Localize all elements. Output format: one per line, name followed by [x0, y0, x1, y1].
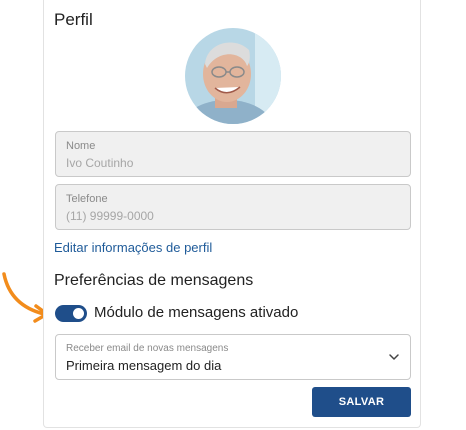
profile-title: Perfil	[54, 10, 93, 29]
name-value: Ivo Coutinho	[66, 156, 134, 170]
avatar-photo	[185, 28, 281, 124]
phone-field[interactable]: Telefone (11) 99999-0000	[55, 184, 411, 230]
profile-card: Perfil Nome Ivo Coutinho Telefone (11) 9…	[43, 0, 421, 428]
messages-toggle-label: Módulo de mensagens ativado	[94, 304, 299, 321]
email-notification-select[interactable]: Receber email de novas mensagens Primeir…	[55, 334, 411, 380]
avatar	[185, 28, 281, 124]
phone-label: Telefone	[66, 193, 108, 205]
save-button[interactable]: SALVAR	[312, 387, 411, 417]
name-label: Nome	[66, 140, 96, 152]
messages-section-title: Preferências de mensagens	[54, 272, 254, 289]
phone-placeholder: (11) 99999-0000	[66, 209, 154, 223]
email-select-value: Primeira mensagem do dia	[66, 358, 222, 373]
edit-profile-link[interactable]: Editar informações de perfil	[54, 240, 212, 255]
messages-toggle[interactable]	[55, 305, 87, 322]
toggle-knob	[73, 308, 84, 319]
chevron-down-icon	[389, 354, 399, 360]
email-select-label: Receber email de novas mensagens	[66, 343, 229, 354]
name-field[interactable]: Nome Ivo Coutinho	[55, 131, 411, 177]
